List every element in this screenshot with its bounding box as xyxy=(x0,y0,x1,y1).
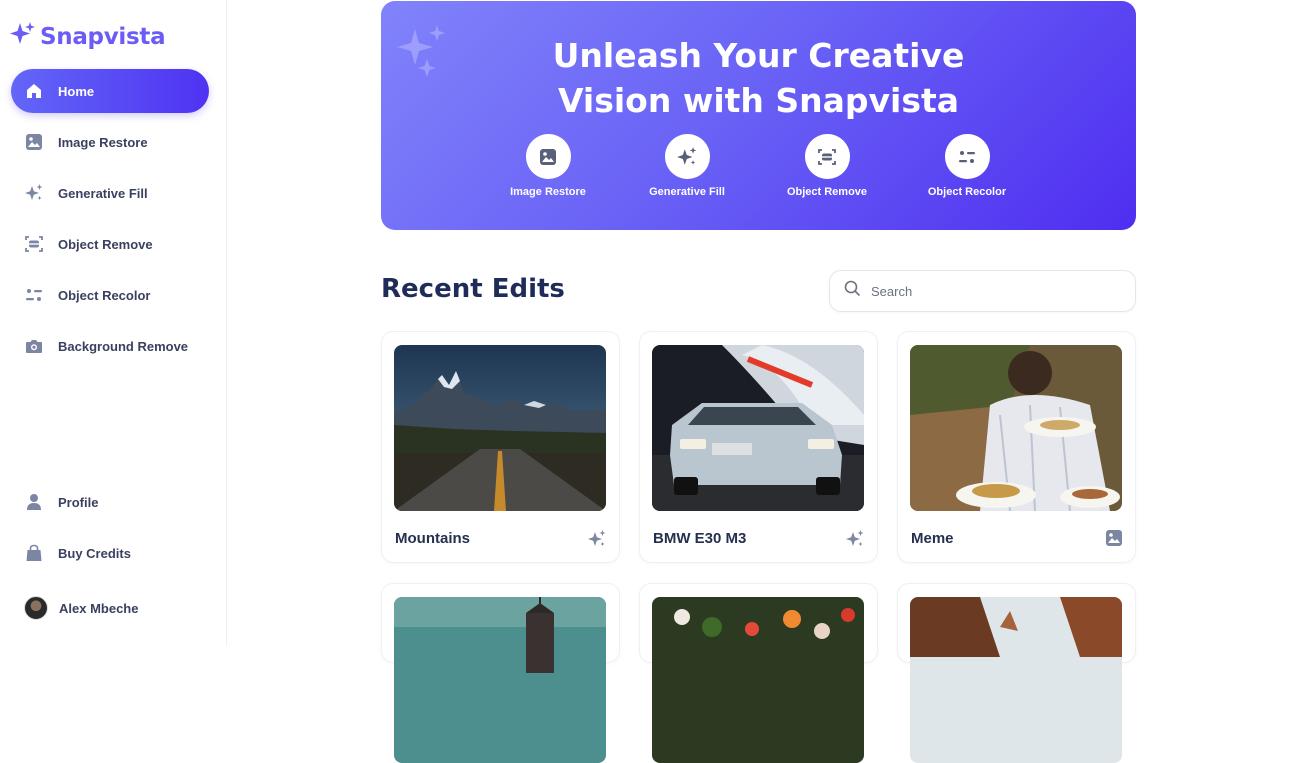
sidebar-item-home[interactable]: Home xyxy=(11,69,209,113)
thumbnail-bmw xyxy=(652,345,864,511)
sparkles-icon xyxy=(587,529,607,554)
sidebar: Snapvista Home Image Restore Generative … xyxy=(0,0,227,646)
camera-icon xyxy=(24,336,44,356)
edit-card[interactable] xyxy=(897,583,1136,763)
card-title: Mountains xyxy=(395,530,470,547)
filter-icon xyxy=(24,285,44,305)
hero-tool-object-recolor[interactable]: Object Recolor xyxy=(897,134,1037,198)
scan-icon xyxy=(24,234,44,254)
sidebar-item-label: Background Remove xyxy=(58,338,189,354)
home-icon xyxy=(24,81,44,101)
search-box[interactable] xyxy=(829,270,1136,312)
hero-title: Unleash Your Creative Vision with Snapvi… xyxy=(381,33,1136,123)
sparkles-logo-icon xyxy=(10,21,36,52)
sidebar-item-label: Home xyxy=(58,83,95,99)
edit-card-meme[interactable]: Meme xyxy=(897,331,1136,563)
edit-card[interactable] xyxy=(381,583,620,763)
sidebar-item-label: Generative Fill xyxy=(58,185,148,201)
sparkles-icon xyxy=(845,529,865,554)
filter-icon xyxy=(944,134,990,179)
user-icon xyxy=(24,492,44,512)
avatar xyxy=(24,596,48,620)
hero-tool-generative-fill[interactable]: Generative Fill xyxy=(617,134,757,198)
image-icon xyxy=(525,134,571,179)
hero-title-line-1: Unleash Your Creative xyxy=(552,36,965,75)
image-icon xyxy=(24,132,44,152)
thumbnail-flowers xyxy=(652,597,864,763)
thumbnail-canyon xyxy=(910,597,1122,763)
sidebar-item-image-restore[interactable]: Image Restore xyxy=(11,120,209,164)
brand-logo[interactable]: Snapvista xyxy=(10,21,166,52)
sparkles-icon xyxy=(664,134,710,179)
sidebar-item-label: Object Remove xyxy=(58,236,153,252)
scan-icon xyxy=(804,134,850,179)
sidebar-item-background-remove[interactable]: Background Remove xyxy=(11,324,209,368)
user-profile[interactable]: Alex Mbeche xyxy=(24,596,138,620)
user-name: Alex Mbeche xyxy=(59,600,139,616)
sidebar-item-buy-credits[interactable]: Buy Credits xyxy=(11,531,209,575)
edit-card[interactable] xyxy=(639,583,878,763)
bag-icon xyxy=(24,543,44,563)
sidebar-item-object-remove[interactable]: Object Remove xyxy=(11,222,209,266)
search-input[interactable] xyxy=(871,283,1111,299)
thumbnail-mountains xyxy=(394,345,606,511)
sidebar-item-object-recolor[interactable]: Object Recolor xyxy=(11,273,209,317)
thumbnail-church xyxy=(394,597,606,763)
sparkles-icon xyxy=(24,183,44,203)
hero-tool-label: Generative Fill xyxy=(649,186,725,198)
recent-edits-title: Recent Edits xyxy=(381,274,565,304)
hero-title-line-2: Vision with Snapvista xyxy=(557,81,960,120)
sidebar-item-label: Object Recolor xyxy=(58,287,151,303)
card-title: BMW E30 M3 xyxy=(653,530,747,547)
hero-tool-image-restore[interactable]: Image Restore xyxy=(478,134,618,198)
sidebar-item-label: Buy Credits xyxy=(58,545,131,561)
sidebar-item-profile[interactable]: Profile xyxy=(11,480,209,524)
edit-card-mountains[interactable]: Mountains xyxy=(381,331,620,563)
card-title: Meme xyxy=(911,530,954,547)
sidebar-item-label: Profile xyxy=(58,494,99,510)
hero-tool-object-remove[interactable]: Object Remove xyxy=(757,134,897,198)
sidebar-item-generative-fill[interactable]: Generative Fill xyxy=(11,171,209,215)
hero-tool-label: Object Remove xyxy=(786,186,868,198)
sidebar-item-label: Image Restore xyxy=(58,134,148,150)
hero-tool-label: Image Restore xyxy=(510,186,586,198)
hero-tool-label: Object Recolor xyxy=(927,186,1007,198)
brand-name: Snapvista xyxy=(40,23,166,50)
image-icon xyxy=(1105,529,1123,552)
thumbnail-meme xyxy=(910,345,1122,511)
hero-banner: Unleash Your Creative Vision with Snapvi… xyxy=(381,1,1136,230)
search-icon xyxy=(844,280,861,302)
edit-card-bmw[interactable]: BMW E30 M3 xyxy=(639,331,878,563)
